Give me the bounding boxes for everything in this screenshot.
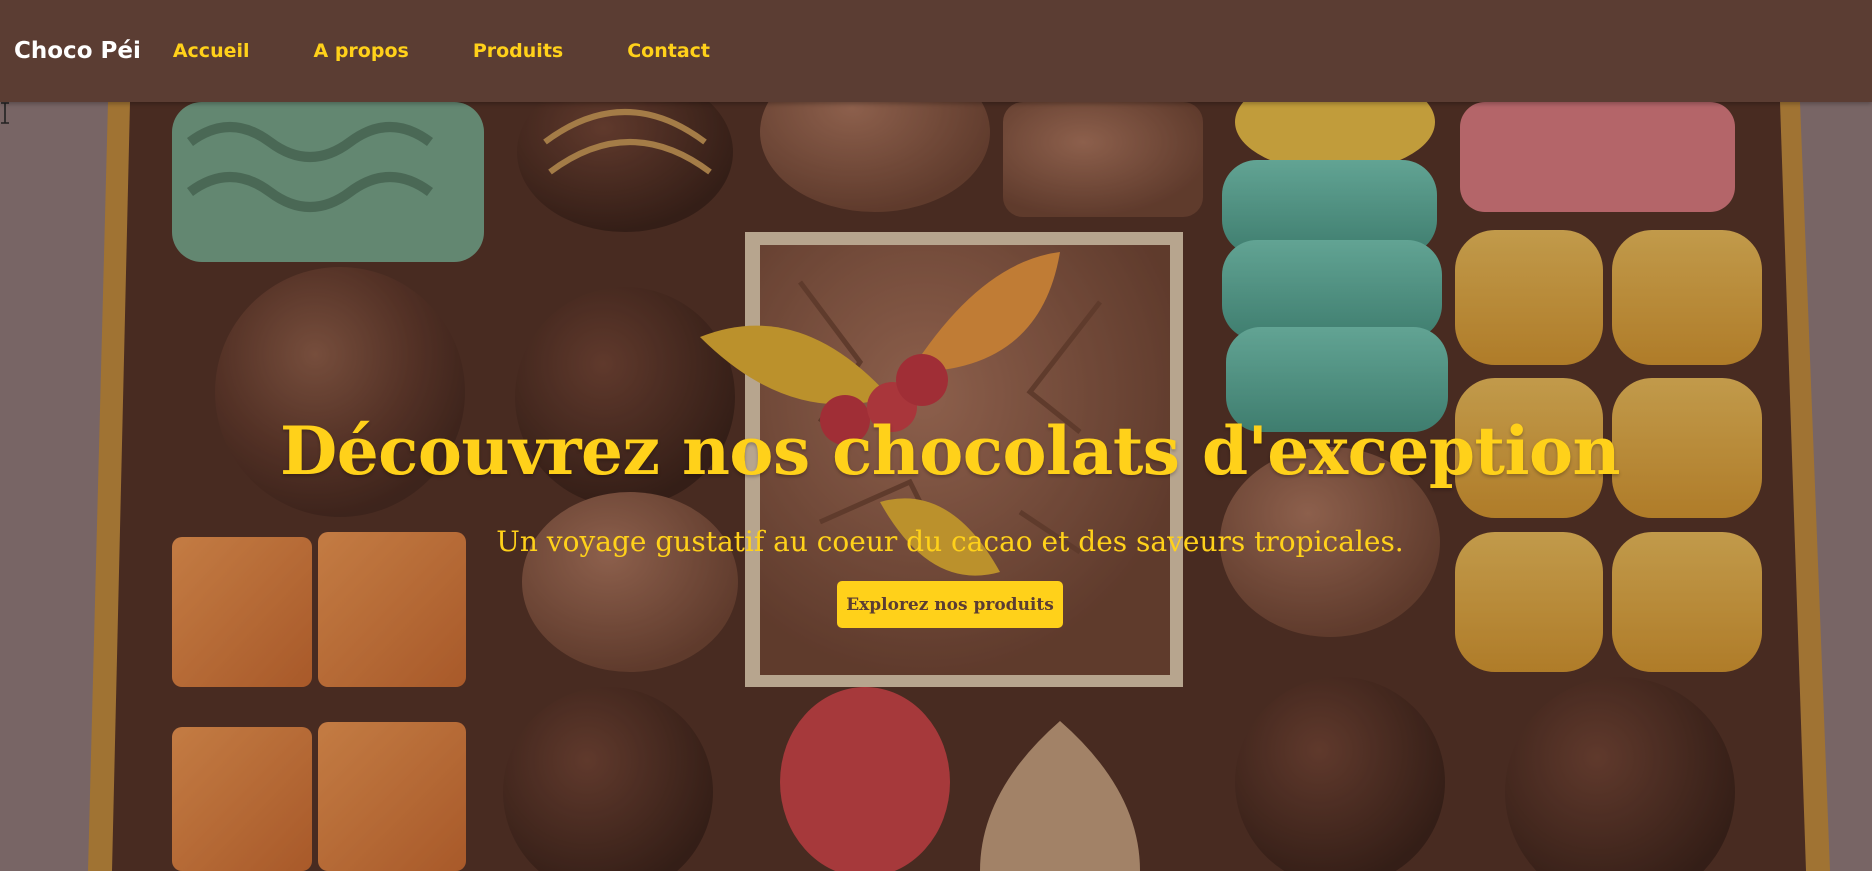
nav-link-a-propos[interactable]: A propos xyxy=(314,40,409,62)
top-navbar: Choco Péi Accueil A propos Produits Cont… xyxy=(0,0,1872,102)
hero-subtitle: Un voyage gustatif au coeur du cacao et … xyxy=(496,525,1404,558)
site-brand[interactable]: Choco Péi xyxy=(14,38,141,64)
nav-link-accueil[interactable]: Accueil xyxy=(173,40,250,62)
explore-products-button[interactable]: Explorez nos produits xyxy=(837,581,1063,628)
main-nav: Accueil A propos Produits Contact xyxy=(173,40,774,62)
nav-link-produits[interactable]: Produits xyxy=(473,40,563,62)
text-cursor-icon xyxy=(1,102,9,124)
hero-title: Découvrez nos chocolats d'exception xyxy=(279,412,1621,490)
hero-content: Découvrez nos chocolats d'exception Un v… xyxy=(0,102,1872,871)
nav-link-contact[interactable]: Contact xyxy=(627,40,710,62)
hero-section: Découvrez nos chocolats d'exception Un v… xyxy=(0,102,1872,871)
